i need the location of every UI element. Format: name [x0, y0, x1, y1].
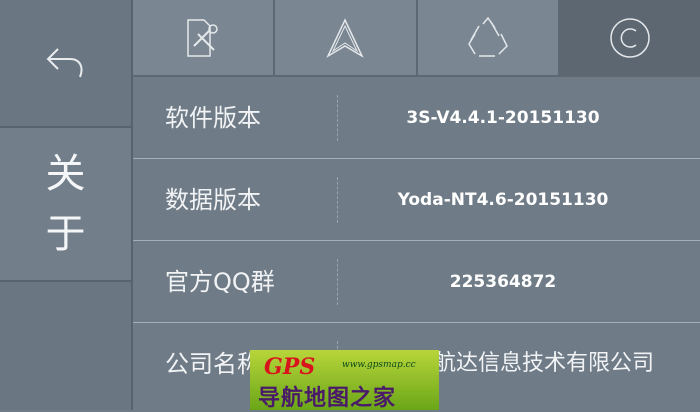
info-label: 软件版本 [165, 104, 261, 132]
sidebar-item-about[interactable]: 关 于 [0, 128, 131, 282]
tab-navigation[interactable] [275, 0, 418, 77]
about-char-2: 于 [45, 211, 86, 257]
sidebar: 关 于 [0, 0, 133, 410]
back-arrow-icon [46, 48, 83, 78]
watermark-text: 导航地图之家 [258, 386, 397, 411]
tab-recycle[interactable] [417, 0, 560, 77]
settings-tools-icon [187, 18, 218, 57]
copyright-icon [610, 17, 650, 58]
watermark-logo: GPS www.gpsmap.cc 导航地图之家 [250, 350, 439, 411]
info-row-software-version: 软件版本 3S-V4.4.1-20151130 [133, 77, 700, 159]
info-value: 225364872 [449, 272, 557, 292]
watermark-brand: GPS [264, 354, 316, 380]
info-value: Yoda-NT4.6-20151130 [397, 190, 609, 210]
navigation-arrow-icon [326, 17, 365, 58]
top-tabs [133, 0, 700, 77]
back-button[interactable] [0, 0, 131, 128]
info-row-data-version: 数据版本 Yoda-NT4.6-20151130 [133, 159, 700, 241]
info-label: 数据版本 [165, 186, 261, 214]
info-row-qq-group: 官方QQ群 225364872 [133, 241, 700, 323]
recycle-icon [467, 16, 508, 57]
info-label: 官方QQ群 [165, 268, 275, 296]
about-char-1: 关 [45, 151, 86, 197]
info-value: 3S-V4.4.1-20151130 [406, 108, 600, 128]
watermark-site: www.gpsmap.cc [342, 360, 416, 370]
tab-settings[interactable] [133, 0, 276, 77]
info-label: 公司名称 [165, 350, 261, 378]
tab-about[interactable] [559, 0, 700, 77]
